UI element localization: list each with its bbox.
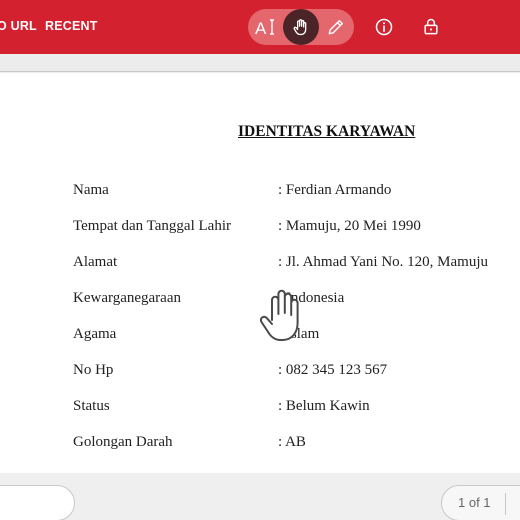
lock-icon [424, 18, 438, 35]
field-label-alamat: Alamat [73, 254, 118, 270]
page-count: 1 of 1 [458, 495, 491, 510]
info-icon [375, 18, 393, 36]
pencil-icon [328, 20, 343, 35]
recent-link[interactable]: RECENT [45, 19, 98, 33]
annotate-button[interactable] [318, 9, 354, 45]
open-url-link[interactable]: O URL [0, 19, 37, 33]
field-value-status: : Belum Kawin [278, 398, 370, 414]
field-value-nama: : Ferdian Armando [278, 182, 392, 198]
page-indicator-divider [505, 493, 506, 515]
field-value-ttl: : Mamuju, 20 Mei 1990 [278, 218, 421, 234]
field-value-no-hp: : 082 345 123 567 [278, 362, 388, 378]
lock-button[interactable] [419, 15, 443, 39]
bottom-bar: 1 of 1 [0, 473, 520, 520]
field-label-golongan-darah: Golongan Darah [73, 434, 173, 450]
pan-tool-button[interactable] [283, 9, 319, 45]
document-title: IDENTITAS KARYAWAN [238, 123, 416, 140]
field-value-alamat: : Jl. Ahmad Yani No. 120, Mamuju [278, 254, 489, 270]
bottom-search-field[interactable] [0, 485, 75, 520]
info-button[interactable] [372, 15, 396, 39]
field-value-golongan-darah: : AB [278, 434, 306, 450]
hand-icon [293, 19, 307, 36]
hand-cursor-icon [259, 289, 299, 341]
tool-selector: A [248, 9, 354, 45]
page-indicator[interactable]: 1 of 1 [441, 485, 520, 520]
svg-text:A: A [255, 19, 267, 38]
field-label-ttl: Tempat dan Tanggal Lahir [73, 218, 231, 234]
field-label-status: Status [73, 398, 110, 414]
top-toolbar: O URL RECENT A [0, 0, 520, 54]
field-label-kewarganegaraan: Kewarganegaraan [73, 290, 181, 306]
toolbar-shadow-strip [0, 54, 520, 72]
text-select-button[interactable]: A [248, 9, 284, 45]
field-label-nama: Nama [73, 182, 109, 198]
field-label-agama: Agama [73, 326, 117, 342]
text-cursor-icon: A [255, 19, 274, 38]
field-label-no-hp: No Hp [73, 362, 114, 378]
